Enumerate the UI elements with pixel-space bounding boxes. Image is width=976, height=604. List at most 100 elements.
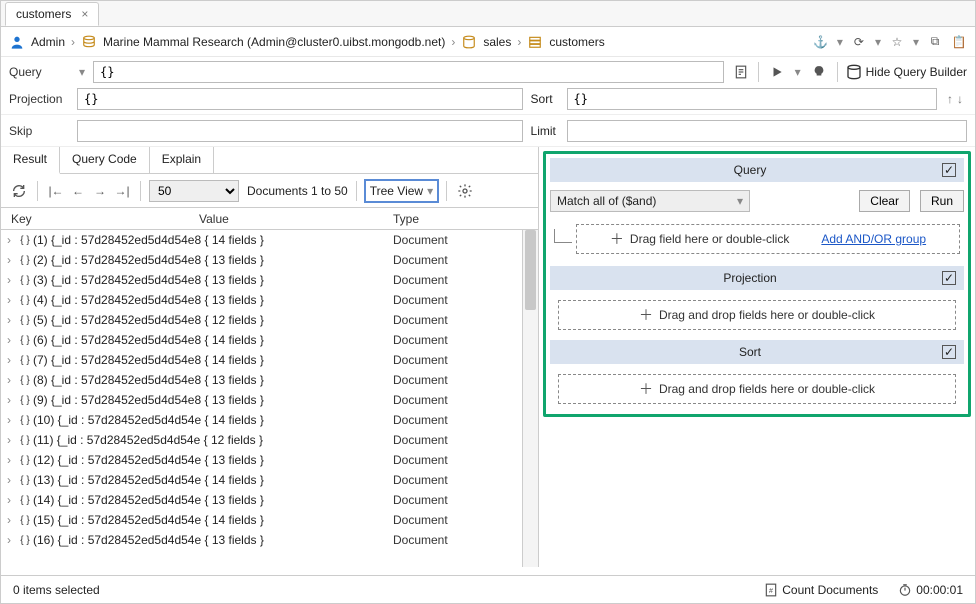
page-size-select[interactable]: 50 xyxy=(149,180,239,202)
table-row[interactable]: ›{ }(9) {_id : 57d28452ed5d4d54e8 { 13 f… xyxy=(1,390,522,410)
next-page-icon[interactable]: → xyxy=(90,181,110,201)
table-row[interactable]: ›{ }(7) {_id : 57d28452ed5d4d54e8 { 14 f… xyxy=(1,350,522,370)
expand-icon[interactable]: › xyxy=(7,413,17,427)
breadcrumb-db[interactable]: sales xyxy=(483,35,511,49)
builder-sort-header: Sort ✓ xyxy=(550,340,964,364)
chevron-down-icon: ▾ xyxy=(427,184,433,198)
table-row[interactable]: ›{ }(6) {_id : 57d28452ed5d4d54e8 { 14 f… xyxy=(1,330,522,350)
row-type: Document xyxy=(393,493,448,507)
expand-icon[interactable]: › xyxy=(7,353,17,367)
anchor-icon[interactable]: ⚓ xyxy=(813,34,829,50)
tree-elbow xyxy=(554,229,572,243)
document-icon: { } xyxy=(17,375,33,386)
chevron-down-icon[interactable]: ▾ xyxy=(79,65,85,79)
table-row[interactable]: ›{ }(8) {_id : 57d28452ed5d4d54e8 { 13 f… xyxy=(1,370,522,390)
limit-input[interactable] xyxy=(567,120,967,142)
editor-tab-customers[interactable]: customers × xyxy=(5,2,99,26)
row-type: Document xyxy=(393,253,448,267)
projection-dropzone[interactable]: ＋ Drag and drop fields here or double-cl… xyxy=(558,300,956,330)
table-row[interactable]: ›{ }(15) {_id : 57d28452ed5d4d54e { 14 f… xyxy=(1,510,522,530)
expand-icon[interactable]: › xyxy=(7,513,17,527)
expand-icon[interactable]: › xyxy=(7,233,17,247)
count-documents-button[interactable]: # Count Documents xyxy=(764,583,878,597)
match-mode-select[interactable]: Match all of ($and) ▾ xyxy=(550,190,750,212)
table-row[interactable]: ›{ }(12) {_id : 57d28452ed5d4d54e { 13 f… xyxy=(1,450,522,470)
add-and-or-link[interactable]: Add AND/OR group xyxy=(821,232,926,246)
paste-icon[interactable]: 📋 xyxy=(951,34,967,50)
query-dropzone[interactable]: ＋ Drag field here or double-click Add AN… xyxy=(576,224,960,254)
tab-explain[interactable]: Explain xyxy=(150,147,214,173)
document-icon: { } xyxy=(17,295,33,306)
row-key: (14) {_id : 57d28452ed5d4d54e { 13 field… xyxy=(33,493,393,507)
expand-icon[interactable]: › xyxy=(7,433,17,447)
expand-icon[interactable]: › xyxy=(7,473,17,487)
breadcrumb-user[interactable]: Admin xyxy=(31,35,65,49)
run-icon[interactable] xyxy=(767,62,787,82)
table-row[interactable]: ›{ }(4) {_id : 57d28452ed5d4d54e8 { 13 f… xyxy=(1,290,522,310)
last-page-icon[interactable]: →| xyxy=(112,181,132,201)
tab-query-code[interactable]: Query Code xyxy=(60,147,150,173)
table-row[interactable]: ›{ }(1) {_id : 57d28452ed5d4d54e8 { 14 f… xyxy=(1,230,522,250)
history-icon[interactable]: ⟳ xyxy=(851,34,867,50)
run-button[interactable]: Run xyxy=(920,190,964,212)
table-row[interactable]: ›{ }(11) {_id : 57d28452ed5d4d54e { 12 f… xyxy=(1,430,522,450)
expand-icon[interactable]: › xyxy=(7,273,17,287)
row-type: Document xyxy=(393,533,448,547)
table-row[interactable]: ›{ }(16) {_id : 57d28452ed5d4d54e { 13 f… xyxy=(1,530,522,550)
sort-enabled-checkbox[interactable]: ✓ xyxy=(942,345,956,359)
breadcrumb-connection[interactable]: Marine Mammal Research (Admin@cluster0.u… xyxy=(103,35,445,49)
row-key: (1) {_id : 57d28452ed5d4d54e8 { 14 field… xyxy=(33,233,393,247)
projection-input[interactable] xyxy=(77,88,523,110)
bulb-icon[interactable] xyxy=(809,62,829,82)
col-header-type[interactable]: Type xyxy=(393,212,538,226)
projection-enabled-checkbox[interactable]: ✓ xyxy=(942,271,956,285)
builder-query-header: Query ✓ xyxy=(550,158,964,182)
close-icon[interactable]: × xyxy=(81,7,88,21)
sort-input[interactable] xyxy=(567,88,937,110)
sort-asc-icon[interactable]: ↑ xyxy=(947,92,953,106)
sort-desc-icon[interactable]: ↓ xyxy=(957,92,963,106)
expand-icon[interactable]: › xyxy=(7,333,17,347)
expand-icon[interactable]: › xyxy=(7,253,17,267)
col-header-value[interactable]: Value xyxy=(199,212,393,226)
clear-button[interactable]: Clear xyxy=(859,190,910,212)
chevron-down-icon: ▾ xyxy=(737,194,743,208)
view-mode-select[interactable]: Tree View ▾ xyxy=(365,180,438,202)
breadcrumb-collection[interactable]: customers xyxy=(549,35,604,49)
skip-label: Skip xyxy=(9,124,71,138)
hide-query-builder-button[interactable]: Hide Query Builder xyxy=(846,64,967,80)
row-key: (13) {_id : 57d28452ed5d4d54e { 14 field… xyxy=(33,473,393,487)
table-row[interactable]: ›{ }(13) {_id : 57d28452ed5d4d54e { 14 f… xyxy=(1,470,522,490)
table-row[interactable]: ›{ }(10) {_id : 57d28452ed5d4d54e { 14 f… xyxy=(1,410,522,430)
gear-icon[interactable] xyxy=(455,181,475,201)
document-icon: { } xyxy=(17,315,33,326)
expand-icon[interactable]: › xyxy=(7,293,17,307)
expand-icon[interactable]: › xyxy=(7,493,17,507)
query-input[interactable] xyxy=(93,61,724,83)
table-row[interactable]: ›{ }(14) {_id : 57d28452ed5d4d54e { 13 f… xyxy=(1,490,522,510)
table-row[interactable]: ›{ }(3) {_id : 57d28452ed5d4d54e8 { 13 f… xyxy=(1,270,522,290)
row-key: (6) {_id : 57d28452ed5d4d54e8 { 14 field… xyxy=(33,333,393,347)
refresh-icon[interactable] xyxy=(9,181,29,201)
tab-result[interactable]: Result xyxy=(1,147,60,174)
copy-icon[interactable]: ⧉ xyxy=(927,34,943,50)
col-header-key[interactable]: Key xyxy=(1,212,199,226)
first-page-icon[interactable]: |← xyxy=(46,181,66,201)
expand-icon[interactable]: › xyxy=(7,373,17,387)
document-icon[interactable] xyxy=(732,63,750,81)
query-enabled-checkbox[interactable]: ✓ xyxy=(942,163,956,177)
chevron-right-icon: › xyxy=(451,35,455,49)
expand-icon[interactable]: › xyxy=(7,313,17,327)
table-row[interactable]: ›{ }(2) {_id : 57d28452ed5d4d54e8 { 13 f… xyxy=(1,250,522,270)
expand-icon[interactable]: › xyxy=(7,453,17,467)
star-icon[interactable]: ☆ xyxy=(889,34,905,50)
table-row[interactable]: ›{ }(5) {_id : 57d28452ed5d4d54e8 { 12 f… xyxy=(1,310,522,330)
expand-icon[interactable]: › xyxy=(7,533,17,547)
scrollbar[interactable] xyxy=(522,230,538,567)
prev-page-icon[interactable]: ← xyxy=(68,181,88,201)
skip-input[interactable] xyxy=(77,120,523,142)
expand-icon[interactable]: › xyxy=(7,393,17,407)
sort-dropzone[interactable]: ＋ Drag and drop fields here or double-cl… xyxy=(558,374,956,404)
row-type: Document xyxy=(393,473,448,487)
database-icon xyxy=(461,34,477,50)
